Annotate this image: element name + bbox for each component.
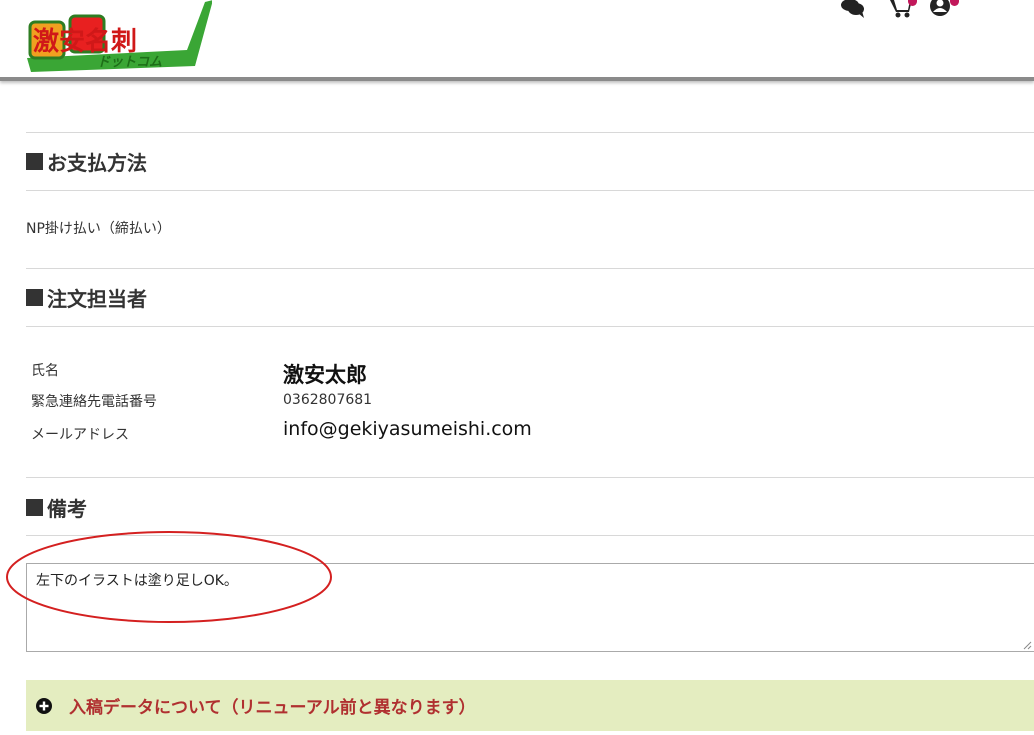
divider bbox=[26, 477, 1034, 478]
email-value: info@gekiyasumeishi.com bbox=[283, 418, 532, 440]
accordion-label: 入稿データについて（リニューアル前と異なります） bbox=[69, 698, 476, 718]
payment-method-value: NP掛け払い（締払い） bbox=[26, 221, 171, 237]
cart-count-badge bbox=[908, 0, 917, 6]
square-bullet-icon bbox=[26, 153, 43, 170]
phone-label: 緊急連絡先電話番号 bbox=[31, 394, 157, 410]
name-value: 激安太郎 bbox=[283, 363, 367, 387]
divider bbox=[26, 132, 1034, 133]
square-bullet-icon bbox=[26, 289, 43, 306]
plus-circle-icon bbox=[36, 697, 52, 714]
orderer-section-title: 注文担当者 bbox=[26, 283, 147, 312]
account-badge bbox=[950, 0, 959, 6]
divider bbox=[26, 326, 1034, 327]
divider bbox=[26, 190, 1034, 191]
square-bullet-icon bbox=[26, 499, 43, 516]
name-label: 氏名 bbox=[31, 363, 59, 379]
payment-section-title: お支払方法 bbox=[26, 147, 147, 176]
upload-data-accordion[interactable]: 入稿データについて（リニューアル前と異なります） bbox=[26, 680, 1034, 731]
email-label: メールアドレス bbox=[31, 427, 129, 443]
remarks-textarea[interactable]: 左下のイラストは塗り足しOK。 bbox=[26, 563, 1034, 652]
chat-icon[interactable] bbox=[840, 0, 866, 18]
site-header: 激安名刺 ドットコム bbox=[0, 0, 1034, 81]
phone-value: 0362807681 bbox=[283, 392, 373, 408]
divider bbox=[26, 268, 1034, 269]
logo-text: 激安名刺 bbox=[33, 26, 137, 57]
resize-grip-icon[interactable] bbox=[1022, 640, 1032, 650]
site-logo[interactable]: 激安名刺 ドットコム bbox=[27, 0, 212, 72]
remarks-section-title: 備考 bbox=[26, 493, 87, 522]
divider bbox=[26, 535, 1034, 536]
logo-subtext: ドットコム bbox=[97, 55, 162, 70]
